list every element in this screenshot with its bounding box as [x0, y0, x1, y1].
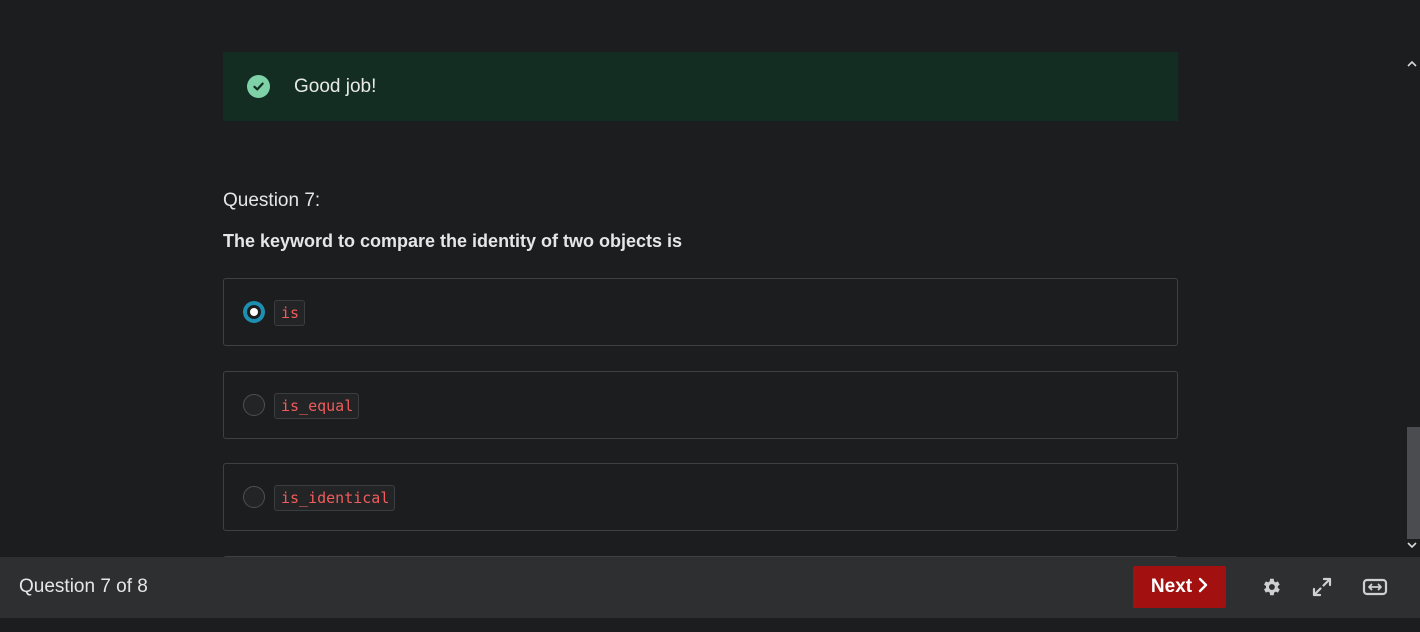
- answer-option-is[interactable]: is: [223, 278, 1178, 346]
- quiz-content: Good job! Question 7: The keyword to com…: [0, 0, 1404, 557]
- gear-icon[interactable]: [1258, 574, 1284, 600]
- next-button-label: Next: [1150, 576, 1193, 597]
- vertical-scrollbar[interactable]: [1404, 52, 1420, 557]
- question-text: The keyword to compare the identity of t…: [223, 231, 683, 251]
- footer-bottom-strip: [0, 618, 1420, 632]
- expand-icon[interactable]: [1309, 574, 1335, 600]
- radio-button-selected[interactable]: [243, 301, 265, 323]
- chevron-right-icon: [1198, 577, 1208, 598]
- check-circle-icon: [247, 75, 270, 98]
- answer-option-is-identical[interactable]: is_identical: [223, 463, 1178, 531]
- quiz-footer: Question 7 of 8 Next: [0, 557, 1420, 618]
- feedback-message: Good job!: [294, 76, 377, 97]
- answer-option-is-equal[interactable]: is_equal: [223, 371, 1178, 439]
- question-label: Question 7:: [223, 190, 321, 211]
- option-code: is_identical: [274, 485, 396, 511]
- expand-horizontal-icon[interactable]: [1362, 574, 1388, 600]
- next-button[interactable]: Next: [1133, 566, 1226, 608]
- scroll-up-icon[interactable]: [1404, 55, 1420, 71]
- question-counter: Question 7 of 8: [19, 576, 148, 597]
- option-code: is_equal: [274, 393, 360, 419]
- radio-button[interactable]: [243, 486, 265, 508]
- radio-button[interactable]: [243, 394, 265, 416]
- feedback-banner: Good job!: [223, 52, 1178, 121]
- option-code: is: [274, 300, 306, 326]
- scrollbar-thumb[interactable]: [1407, 427, 1420, 539]
- scroll-down-icon[interactable]: [1404, 537, 1420, 553]
